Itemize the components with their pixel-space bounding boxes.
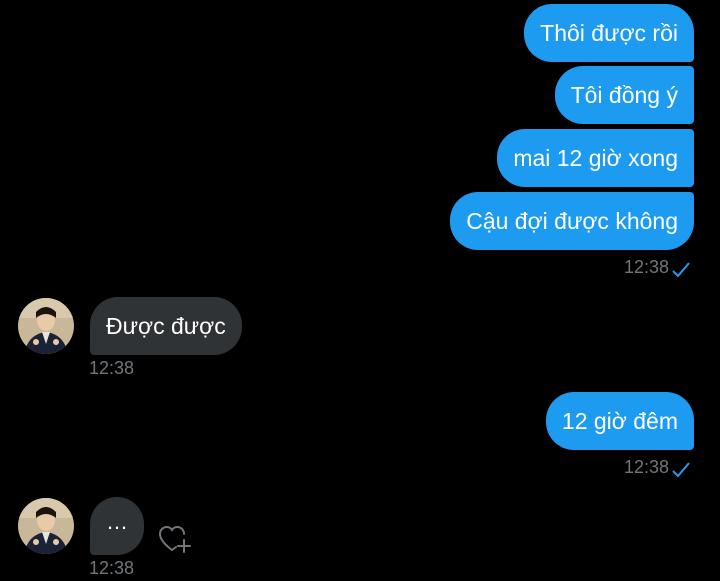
message-text: Cậu đợi được không bbox=[466, 208, 678, 234]
message-timestamp: 12:38 bbox=[89, 358, 135, 378]
avatar-image bbox=[18, 498, 74, 554]
sent-message-bubble[interactable]: Cậu đợi được không bbox=[450, 192, 694, 250]
sent-message-bubble[interactable]: Tôi đồng ý bbox=[554, 66, 694, 124]
checkmark-icon bbox=[672, 262, 690, 278]
message-text: mai 12 giờ xong bbox=[513, 145, 678, 171]
checkmark-icon bbox=[672, 462, 690, 478]
received-message-bubble[interactable]: Được được bbox=[90, 297, 242, 355]
sent-message-bubble[interactable]: 12 giờ đêm bbox=[545, 392, 694, 450]
sent-message-bubble[interactable]: mai 12 giờ xong bbox=[497, 129, 694, 187]
message-text: Tôi đồng ý bbox=[570, 82, 678, 108]
message-text: Thôi được rồi bbox=[540, 20, 678, 46]
message-timestamp: 12:38 bbox=[89, 558, 135, 578]
avatar[interactable] bbox=[18, 498, 74, 554]
avatar-image bbox=[18, 298, 74, 354]
heart-plus-icon[interactable] bbox=[158, 524, 192, 554]
typing-dots: … bbox=[106, 509, 128, 534]
sent-message-bubble[interactable]: Thôi được rồi bbox=[524, 4, 694, 62]
message-timestamp: 12:38 bbox=[623, 257, 669, 277]
typing-indicator-bubble: … bbox=[90, 497, 144, 555]
message-text: Được được bbox=[106, 313, 226, 339]
message-timestamp: 12:38 bbox=[623, 457, 669, 477]
message-text: 12 giờ đêm bbox=[561, 408, 678, 434]
avatar[interactable] bbox=[18, 298, 74, 354]
